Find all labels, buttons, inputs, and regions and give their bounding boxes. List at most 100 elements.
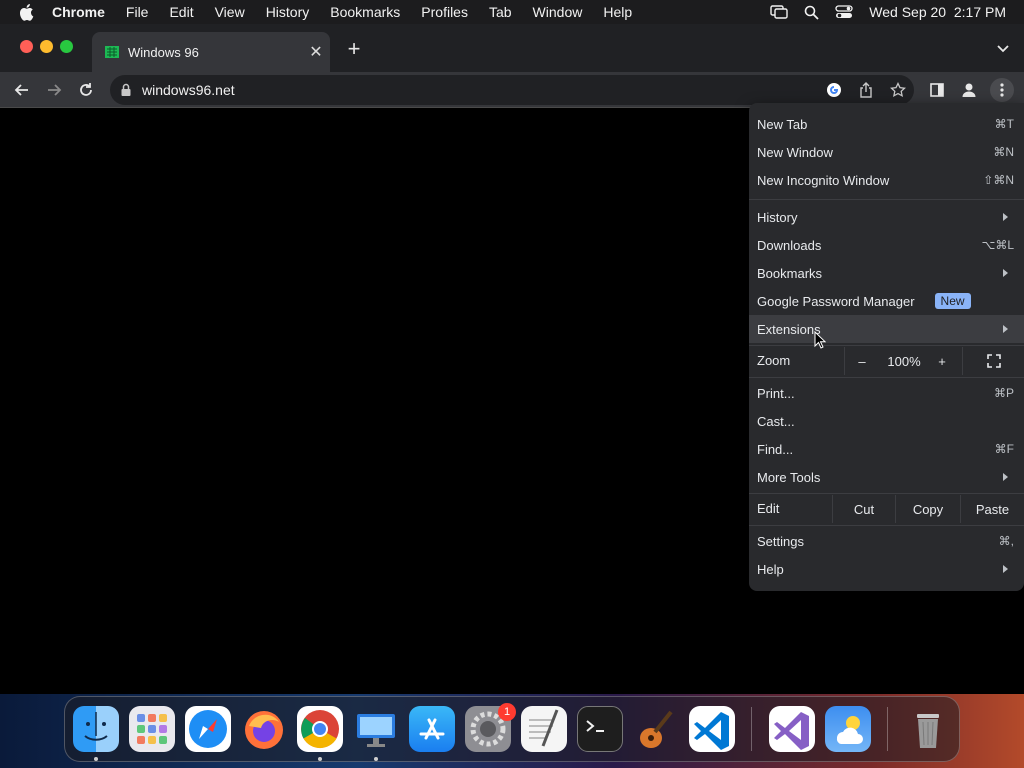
menu-item-new-incognito-window[interactable]: New Incognito Window ⇧⌘N: [749, 166, 1024, 194]
menu-item-new-tab[interactable]: New Tab ⌘T: [749, 110, 1024, 138]
bookmark-star-icon[interactable]: [888, 80, 908, 100]
tab-windows96[interactable]: Windows 96 ✕: [92, 32, 330, 72]
lock-icon[interactable]: [120, 83, 132, 97]
menu-shortcut: ⌘T: [994, 117, 1014, 131]
macos-menu-bar: Chrome File Edit View History Bookmarks …: [0, 0, 1024, 24]
control-center-icon[interactable]: [835, 5, 853, 19]
back-arrow-icon[interactable]: [10, 78, 34, 102]
google-lens-icon[interactable]: [824, 80, 844, 100]
side-panel-icon[interactable]: [925, 78, 949, 102]
tab-title: Windows 96: [128, 44, 199, 60]
menu-shortcut: ⌥⌘L: [981, 238, 1014, 252]
menu-item-find[interactable]: Find... ⌘F: [749, 435, 1024, 463]
menu-item-bookmarks[interactable]: Bookmarks: [749, 259, 1024, 287]
new-badge: New: [934, 293, 971, 309]
menu-shortcut: ⌘N: [993, 145, 1014, 159]
menu-item-more-tools[interactable]: More Tools: [749, 463, 1024, 491]
running-indicator: [318, 757, 322, 761]
menu-item-label: Extensions: [757, 321, 821, 337]
menubar-view[interactable]: View: [215, 4, 245, 20]
menubar-tab[interactable]: Tab: [489, 4, 512, 20]
menu-item-help[interactable]: Help: [749, 555, 1024, 583]
menu-item-label: New Window: [757, 144, 833, 160]
finder-icon[interactable]: [73, 706, 119, 752]
chrome-menu-kebab-icon[interactable]: [990, 78, 1014, 102]
menubar-window[interactable]: Window: [533, 4, 583, 20]
menu-item-google-password-manager[interactable]: Google Password Manager New: [749, 287, 1024, 315]
windows96-favicon-icon: [104, 44, 120, 60]
reload-icon[interactable]: [74, 78, 98, 102]
menu-shortcut: ⇧⌘N: [983, 173, 1014, 187]
dock-separator: [751, 707, 752, 751]
menu-item-extensions[interactable]: Extensions: [749, 315, 1024, 343]
menu-item-settings[interactable]: Settings ⌘,: [749, 527, 1024, 555]
copy-button[interactable]: Copy: [896, 495, 960, 523]
safari-icon[interactable]: [185, 706, 231, 752]
menu-separator: [749, 345, 1024, 346]
menu-separator: [749, 525, 1024, 526]
share-icon[interactable]: [856, 80, 876, 100]
menu-item-history[interactable]: History: [749, 203, 1024, 231]
menu-item-new-window[interactable]: New Window ⌘N: [749, 138, 1024, 166]
mouse-pointer-icon: [814, 330, 827, 349]
cut-button[interactable]: Cut: [833, 495, 895, 523]
vscode-icon[interactable]: [689, 706, 735, 752]
menubar-chrome[interactable]: Chrome: [52, 4, 105, 20]
menu-item-cast[interactable]: Cast...: [749, 407, 1024, 435]
fullscreen-icon[interactable]: [963, 347, 1024, 375]
app-store-icon[interactable]: [409, 706, 455, 752]
dock-separator: [887, 707, 888, 751]
menubar-bookmarks[interactable]: Bookmarks: [330, 4, 400, 20]
apple-menu-icon[interactable]: [18, 3, 38, 21]
menu-item-downloads[interactable]: Downloads ⌥⌘L: [749, 231, 1024, 259]
new-tab-button[interactable]: +: [342, 38, 366, 62]
menubar-edit[interactable]: Edit: [169, 4, 193, 20]
menubar-history[interactable]: History: [266, 4, 310, 20]
firefox-icon[interactable]: [241, 706, 287, 752]
menubar-help[interactable]: Help: [603, 4, 632, 20]
address-bar[interactable]: windows96.net: [110, 75, 914, 105]
menu-item-label: Google Password Manager: [757, 293, 915, 309]
menu-shortcut: ⌘P: [993, 386, 1014, 400]
forward-arrow-icon[interactable]: [42, 78, 66, 102]
window-minimize-button[interactable]: [40, 40, 53, 53]
tab-search-chevron-icon[interactable]: [996, 42, 1010, 56]
menu-item-label: History: [757, 209, 798, 225]
window-close-button[interactable]: [20, 40, 33, 53]
menu-item-label: Print...: [757, 385, 795, 401]
menubar-file[interactable]: File: [126, 4, 149, 20]
submenu-arrow-icon: [1003, 269, 1008, 277]
profile-avatar-icon[interactable]: [957, 78, 981, 102]
window-maximize-button[interactable]: [60, 40, 73, 53]
launchpad-icon[interactable]: [129, 706, 175, 752]
menu-item-label: Cast...: [757, 413, 795, 429]
terminal-icon[interactable]: [577, 706, 623, 752]
tab-close-icon[interactable]: ✕: [302, 42, 330, 62]
zoom-in-button[interactable]: +: [929, 347, 955, 375]
weather-icon[interactable]: [825, 706, 871, 752]
menu-item-label: Find...: [757, 441, 794, 457]
menu-item-label: New Tab: [757, 116, 808, 132]
menubar-profiles[interactable]: Profiles: [421, 4, 468, 20]
paste-button[interactable]: Paste: [961, 495, 1024, 523]
zoom-label: Zoom: [757, 353, 791, 368]
chrome-icon[interactable]: [297, 706, 343, 752]
textedit-icon[interactable]: [521, 706, 567, 752]
menu-shortcut: ⌘F: [994, 442, 1014, 456]
menu-item-label: Downloads: [757, 237, 822, 253]
zoom-row: Zoom – 100% +: [749, 347, 1024, 375]
edit-label: Edit: [757, 501, 780, 516]
spotlight-search-icon[interactable]: [804, 5, 819, 20]
remote-desktop-icon[interactable]: [353, 706, 399, 752]
macos-dock: 1: [64, 696, 960, 762]
screen-mirroring-icon[interactable]: [770, 5, 788, 19]
garageband-icon[interactable]: [633, 706, 679, 752]
menu-item-print[interactable]: Print... ⌘P: [749, 379, 1024, 407]
visual-studio-icon[interactable]: [769, 706, 815, 752]
zoom-out-button[interactable]: –: [845, 347, 879, 375]
trash-icon[interactable]: [905, 706, 951, 752]
menu-separator: [749, 377, 1024, 378]
menu-separator: [749, 199, 1024, 200]
menubar-clock[interactable]: Wed Sep 20 2:17 PM: [869, 4, 1006, 20]
browser-tab-strip: Windows 96 ✕ +: [0, 24, 1024, 72]
